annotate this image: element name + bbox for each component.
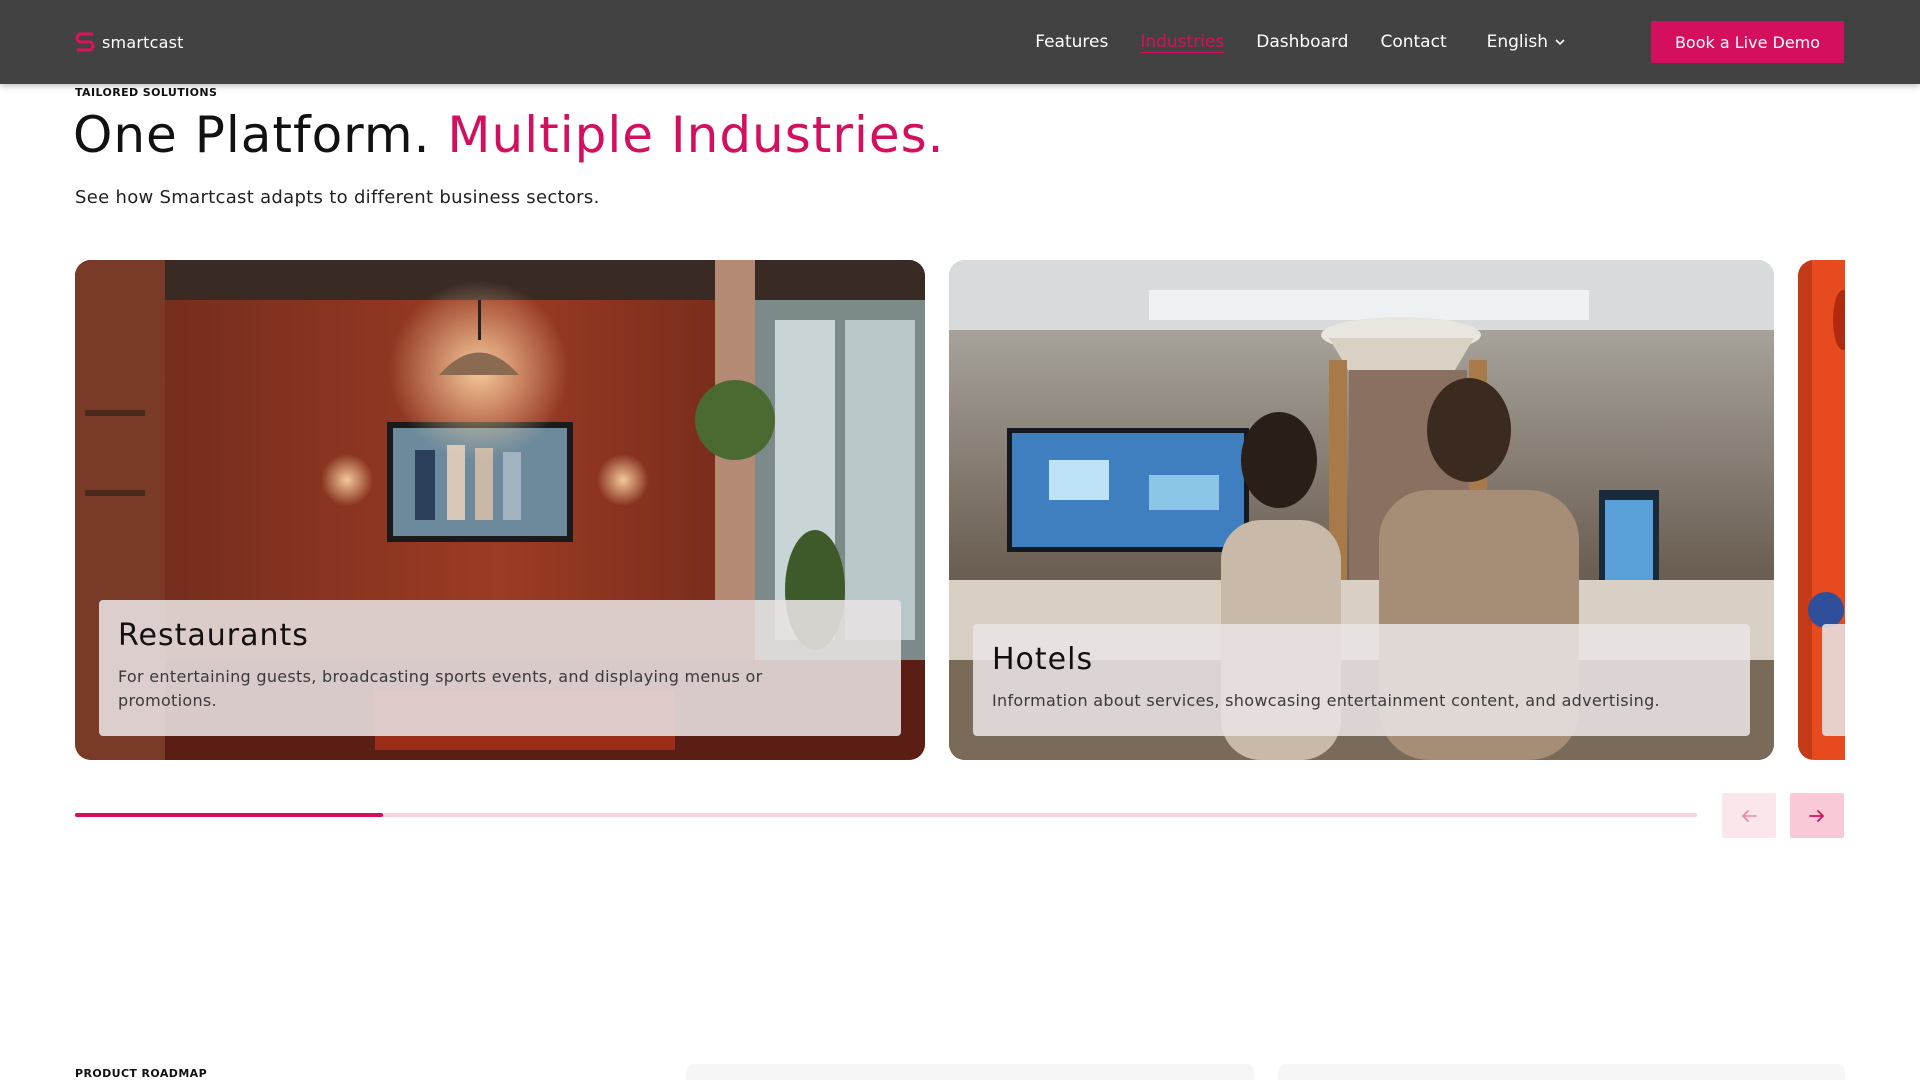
smartcast-logo[interactable]: smartcast xyxy=(74,30,184,54)
industry-card-restaurants[interactable]: Restaurants For entertaining guests, bro… xyxy=(75,260,925,760)
card-title: Hotels xyxy=(992,642,1094,677)
section-eyebrow: TAILORED SOLUTIONS xyxy=(75,86,218,99)
industry-card-next[interactable] xyxy=(1798,260,1845,760)
card-title: Restaurants xyxy=(118,618,309,653)
book-demo-button[interactable]: Book a Live Demo xyxy=(1651,21,1844,63)
language-selector[interactable]: English xyxy=(1487,32,1566,52)
arrow-right-icon xyxy=(1809,809,1824,822)
nav-link-features[interactable]: Features xyxy=(1035,32,1108,52)
language-label: English xyxy=(1486,32,1548,52)
card-caption: Hotels Information about services, showc… xyxy=(973,624,1750,736)
main-nav: Features Industries Dashboard Contact En… xyxy=(1003,0,1566,84)
arrow-left-icon xyxy=(1742,809,1757,822)
nav-link-industries[interactable]: Industries xyxy=(1140,32,1224,52)
industry-card-hotels[interactable]: Hotels Information about services, showc… xyxy=(949,260,1774,760)
nav-link-contact[interactable]: Contact xyxy=(1380,32,1446,52)
roadmap-card xyxy=(1278,1064,1845,1080)
card-description: For entertaining guests, broadcasting sp… xyxy=(118,667,763,710)
roadmap-card xyxy=(686,1064,1254,1080)
headline-accent: Multiple Industries. xyxy=(447,106,945,164)
card-description: Information about services, showcasing e… xyxy=(992,691,1660,710)
page-title: One Platform. Multiple Industries. xyxy=(73,106,945,164)
section-subtitle: See how Smartcast adapts to different bu… xyxy=(75,187,600,208)
nav-link-dashboard[interactable]: Dashboard xyxy=(1256,32,1348,52)
headline-plain: One Platform. xyxy=(73,106,431,164)
industries-carousel: Restaurants For entertaining guests, bro… xyxy=(75,260,1845,760)
carousel-next-button[interactable] xyxy=(1790,793,1844,838)
card-caption: Restaurants For entertaining guests, bro… xyxy=(99,600,901,736)
carousel-progress-fill xyxy=(75,813,384,817)
carousel-prev-button[interactable] xyxy=(1722,793,1776,838)
chevron-down-icon xyxy=(1555,39,1565,46)
roadmap-eyebrow: PRODUCT ROADMAP xyxy=(75,1067,208,1080)
card-caption xyxy=(1822,624,1845,736)
logo-text: smartcast xyxy=(102,32,184,52)
smartcast-logo-icon xyxy=(75,32,95,52)
top-navbar: smartcast Features Industries Dashboard … xyxy=(0,0,1920,84)
carousel-progress xyxy=(75,813,1697,817)
